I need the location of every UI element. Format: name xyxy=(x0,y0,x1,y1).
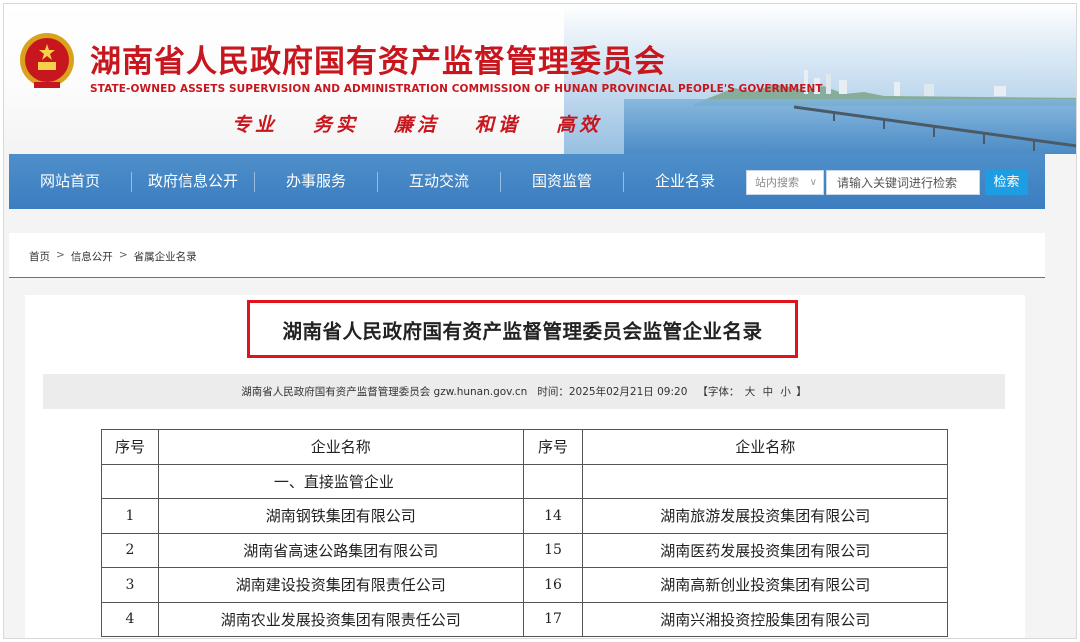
row-number: 2 xyxy=(101,532,159,568)
company-name: 湖南农业发展投资集团有限责任公司 xyxy=(157,601,524,637)
nav-item-services[interactable]: 办事服务 xyxy=(255,154,377,209)
font-size-label: 【字体： xyxy=(697,386,740,398)
national-emblem-icon xyxy=(20,33,74,88)
company-name: 湖南高新创业投资集团有限公司 xyxy=(582,567,948,603)
title-highlight-box: 湖南省人民政府国有资产监督管理委员会监管企业名录 xyxy=(247,300,798,358)
site-subtitle: STATE-OWNED ASSETS SUPERVISION AND ADMIN… xyxy=(90,83,823,95)
table-cell xyxy=(101,463,159,499)
chevron-down-icon: ∨ xyxy=(809,177,817,188)
breadcrumb-separator: > xyxy=(118,249,128,261)
breadcrumb-info[interactable]: 信息公开 xyxy=(71,249,113,264)
article-meta-bar: 湖南省人民政府国有资产监督管理委员会 gzw.hunan.gov.cn 时间：2… xyxy=(43,374,1005,409)
font-size-large-link[interactable]: 大 xyxy=(745,386,756,398)
row-number: 17 xyxy=(522,601,584,637)
page-title: 湖南省人民政府国有资产监督管理委员会监管企业名录 xyxy=(282,319,763,343)
company-name: 湖南兴湘投资控股集团有限公司 xyxy=(582,601,948,637)
site-title: 湖南省人民政府国有资产监督管理委员会 xyxy=(90,44,666,80)
breadcrumb-home[interactable]: 首页 xyxy=(29,249,50,264)
row-number: 14 xyxy=(522,498,584,534)
search-input[interactable] xyxy=(826,170,980,195)
site-banner: 湖南省人民政府国有资产监督管理委员会 STATE-OWNED ASSETS SU… xyxy=(4,4,1076,154)
main-nav: 网站首页 政府信息公开 办事服务 互动交流 国资监管 企业名录 站内搜索 ∨ 检… xyxy=(9,154,1045,209)
font-size-medium-link[interactable]: 中 xyxy=(763,386,774,398)
motto-list: 专业 务实 廉洁 和谐 高效 xyxy=(232,110,602,137)
column-header-name: 企业名称 xyxy=(157,429,524,465)
nav-item-gov-info[interactable]: 政府信息公开 xyxy=(132,154,254,209)
breadcrumb-bar: 首页 > 信息公开 > 省属企业名录 xyxy=(9,233,1045,278)
font-size-small-link[interactable]: 小 xyxy=(780,386,791,398)
table-row: 3 湖南建设投资集团有限责任公司 16 湖南高新创业投资集团有限公司 xyxy=(101,567,948,603)
breadcrumb-current[interactable]: 省属企业名录 xyxy=(134,249,197,264)
table-cell xyxy=(522,463,584,499)
nav-item-directory[interactable]: 企业名录 xyxy=(624,154,746,209)
row-number: 3 xyxy=(101,567,159,603)
column-header-no: 序号 xyxy=(101,429,159,465)
search-scope-label: 站内搜索 xyxy=(755,176,799,189)
motto-item: 务实 xyxy=(313,114,360,136)
table-cell xyxy=(582,463,948,499)
motto-item: 廉洁 xyxy=(394,114,441,136)
table-group-row: 一、直接监管企业 xyxy=(101,463,948,499)
article-content: 湖南省人民政府国有资产监督管理委员会监管企业名录 湖南省人民政府国有资产监督管理… xyxy=(25,295,1025,638)
company-name: 湖南旅游发展投资集团有限公司 xyxy=(582,498,948,534)
breadcrumb: 首页 > 信息公开 > 省属企业名录 xyxy=(29,249,197,264)
breadcrumb-separator: > xyxy=(56,249,65,261)
column-header-name: 企业名称 xyxy=(582,429,948,465)
motto-item: 专业 xyxy=(232,114,279,136)
row-number: 16 xyxy=(522,567,584,603)
table-row: 2 湖南省高速公路集团有限公司 15 湖南医药发展投资集团有限公司 xyxy=(101,532,948,568)
motto-item: 和谐 xyxy=(475,114,522,136)
article-time: 时间：2025年02月21日 09:20 xyxy=(537,386,688,398)
table-row: 4 湖南农业发展投资集团有限责任公司 17 湖南兴湘投资控股集团有限公司 xyxy=(101,601,948,637)
motto-item: 高效 xyxy=(556,114,603,136)
company-name: 湖南省高速公路集团有限公司 xyxy=(157,532,524,568)
font-size-label-close: 】 xyxy=(796,386,807,398)
nav-item-supervision[interactable]: 国资监管 xyxy=(501,154,623,209)
enterprise-table: 序号 企业名称 序号 企业名称 一、直接监管企业 1 湖南钢铁集团有限公司 14… xyxy=(101,429,948,637)
company-name: 湖南钢铁集团有限公司 xyxy=(157,498,524,534)
company-name: 湖南医药发展投资集团有限公司 xyxy=(582,532,948,568)
search-scope-select[interactable]: 站内搜索 ∨ xyxy=(746,170,824,195)
row-number: 1 xyxy=(101,498,159,534)
search-button[interactable]: 检索 xyxy=(985,170,1028,195)
row-number: 4 xyxy=(101,601,159,637)
group-label: 一、直接监管企业 xyxy=(157,463,524,499)
company-name: 湖南建设投资集团有限责任公司 xyxy=(157,567,524,603)
nav-item-home[interactable]: 网站首页 xyxy=(9,154,131,209)
column-header-no: 序号 xyxy=(522,429,584,465)
browser-frame: 湖南省人民政府国有资产监督管理委员会 STATE-OWNED ASSETS SU… xyxy=(3,3,1077,639)
table-row: 1 湖南钢铁集团有限公司 14 湖南旅游发展投资集团有限公司 xyxy=(101,498,948,534)
row-number: 15 xyxy=(522,532,584,568)
nav-item-interaction[interactable]: 互动交流 xyxy=(378,154,500,209)
font-size-controls: 【字体： 大 中 小 】 xyxy=(697,384,806,399)
article-source: 湖南省人民政府国有资产监督管理委员会 gzw.hunan.gov.cn xyxy=(241,386,528,398)
table-header-row: 序号 企业名称 序号 企业名称 xyxy=(101,429,948,465)
bridge-image xyxy=(794,105,1076,151)
